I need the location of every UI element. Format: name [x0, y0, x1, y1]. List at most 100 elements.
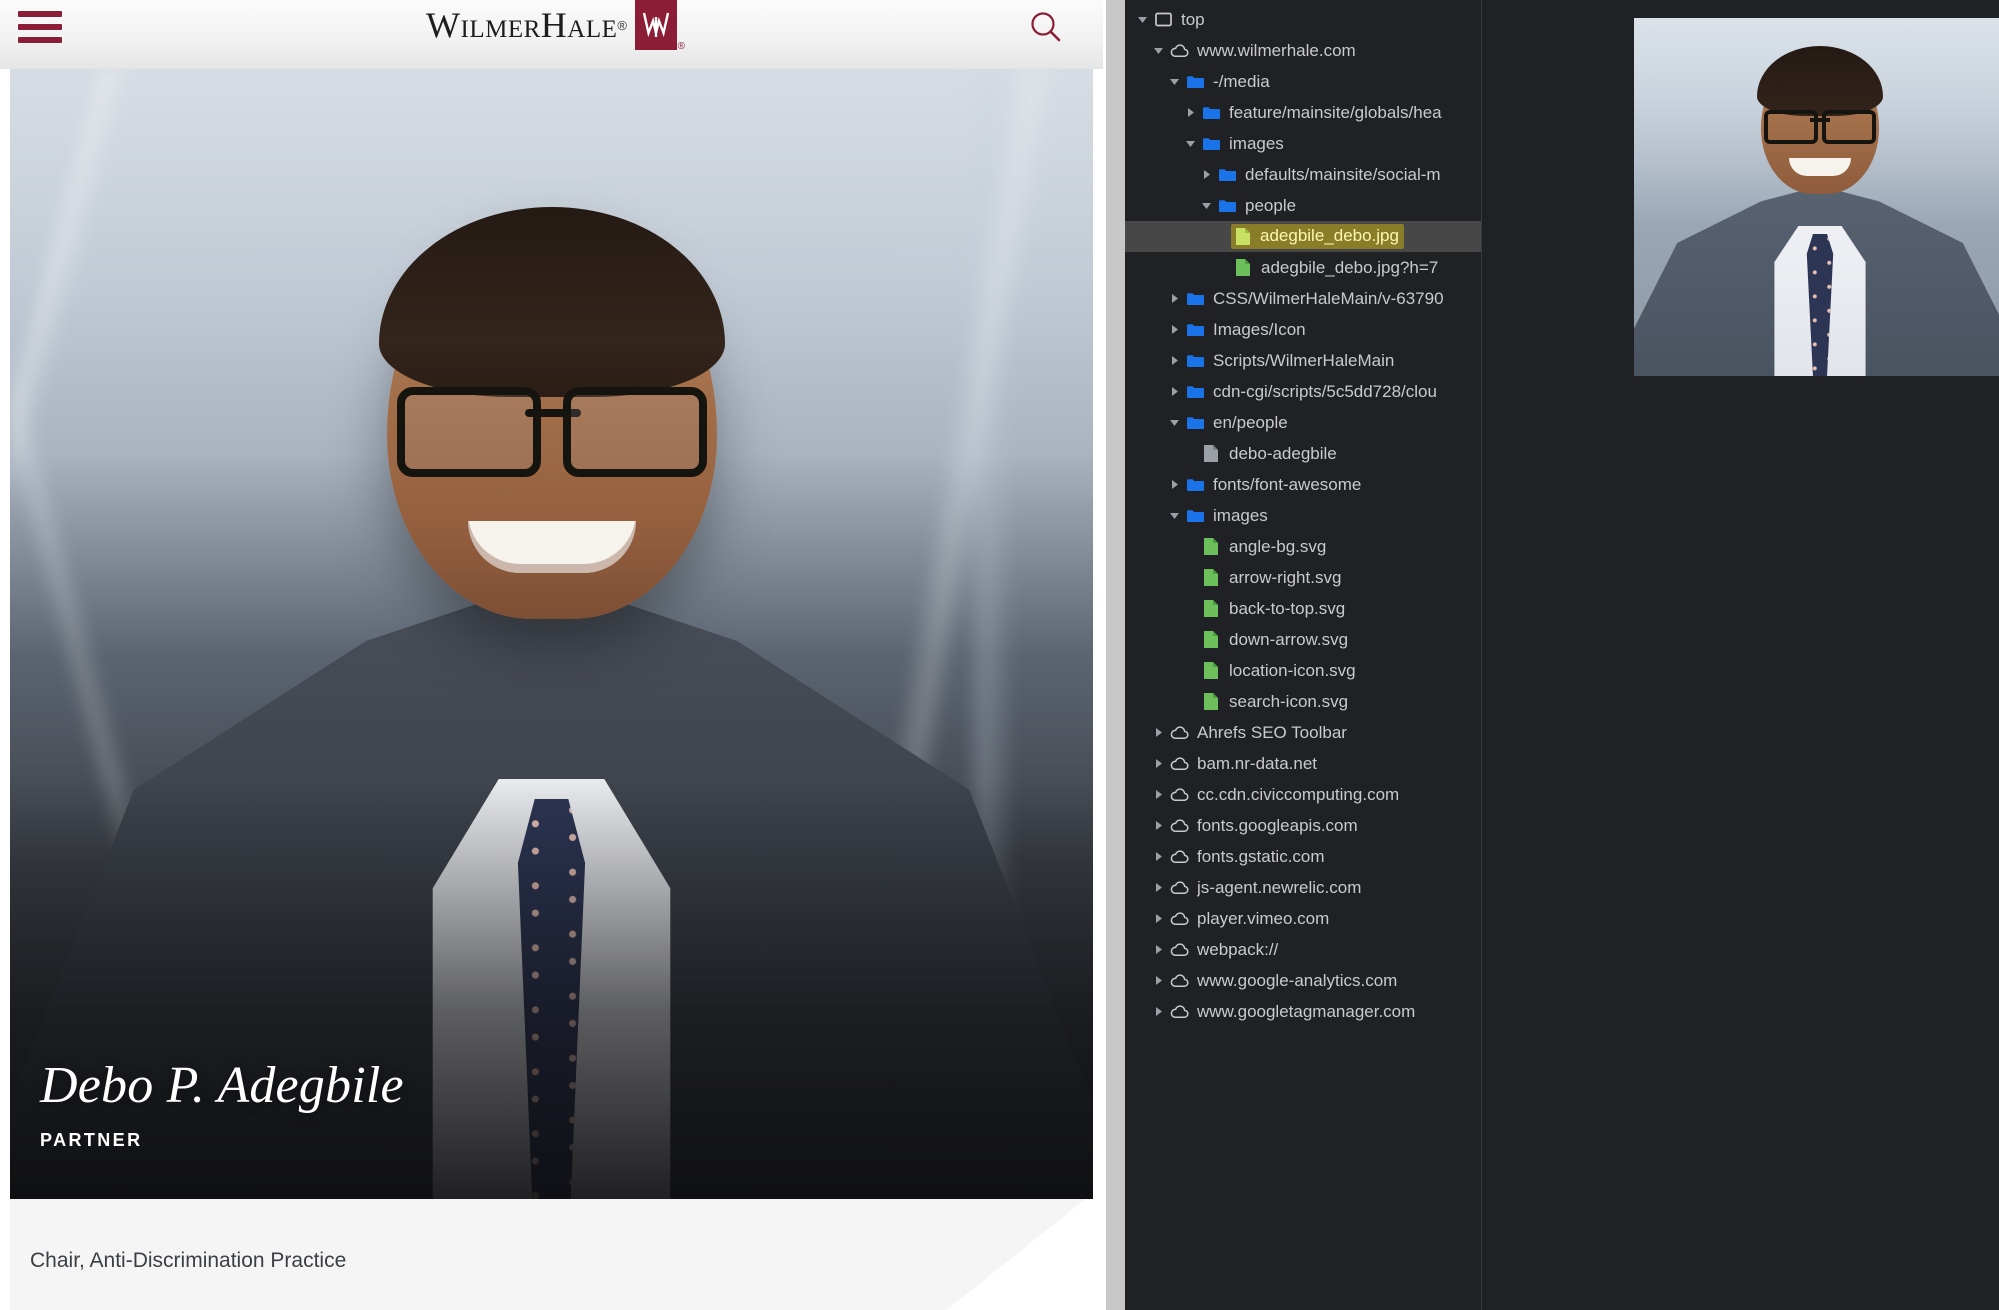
tree-row-body: en/people	[1183, 413, 1288, 433]
chevron-down-icon[interactable]	[1133, 14, 1151, 25]
chevron-right-icon[interactable]	[1165, 355, 1183, 366]
chevron-right-icon[interactable]	[1149, 758, 1167, 769]
chevron-right-icon[interactable]	[1165, 324, 1183, 335]
tree-row-body: cdn-cgi/scripts/5c5dd728/clou	[1183, 382, 1437, 402]
tree-row-label: www.googletagmanager.com	[1197, 1001, 1416, 1021]
tree-row[interactable]: www.wilmerhale.com	[1125, 35, 1481, 66]
tree-row[interactable]: defaults/mainsite/social-m	[1125, 159, 1481, 190]
tree-row-body: defaults/mainsite/social-m	[1215, 165, 1441, 185]
chevron-down-icon[interactable]	[1149, 45, 1167, 56]
tree-row[interactable]: feature/mainsite/globals/hea	[1125, 97, 1481, 128]
cloud-icon	[1167, 787, 1191, 802]
tree-row[interactable]: fonts.gstatic.com	[1125, 841, 1481, 872]
tree-row[interactable]: webpack://	[1125, 934, 1481, 965]
site-logo[interactable]: WilmerHale ® ®	[0, 0, 1103, 52]
tree-row[interactable]: adegbile_debo.jpg?h=7	[1125, 252, 1481, 283]
chevron-right-icon[interactable]	[1165, 386, 1183, 397]
tree-row-label: Scripts/WilmerHaleMain	[1213, 350, 1395, 370]
tree-row[interactable]: cdn-cgi/scripts/5c5dd728/clou	[1125, 376, 1481, 407]
page-viewport: WilmerHale ® ® Debo P. Adegbile PARTNER …	[0, 0, 1103, 1310]
chevron-down-icon[interactable]	[1165, 76, 1183, 87]
tree-row[interactable]: images	[1125, 500, 1481, 531]
chevron-right-icon[interactable]	[1149, 1006, 1167, 1017]
tree-row-body: player.vimeo.com	[1167, 909, 1329, 929]
chevron-right-icon[interactable]	[1149, 944, 1167, 955]
chevron-right-icon[interactable]	[1149, 975, 1167, 986]
tree-row-label: people	[1245, 195, 1297, 215]
tree-row-body: fonts.googleapis.com	[1167, 816, 1358, 836]
search-icon[interactable]	[1025, 6, 1067, 48]
devtools-panel: top www.wilmerhale.com -/media feature/main…	[1125, 0, 1999, 1310]
tree-row-body: Images/Icon	[1183, 320, 1306, 340]
tree-row[interactable]: down-arrow.svg	[1125, 624, 1481, 655]
tree-row[interactable]: search-icon.svg	[1125, 686, 1481, 717]
tree-row-label: cc.cdn.civiccomputing.com	[1197, 784, 1400, 804]
tree-row[interactable]: player.vimeo.com	[1125, 903, 1481, 934]
tree-row-label: www.wilmerhale.com	[1197, 40, 1356, 60]
chevron-right-icon[interactable]	[1149, 851, 1167, 862]
chevron-right-icon[interactable]	[1197, 169, 1215, 180]
tree-row-label: feature/mainsite/globals/hea	[1229, 102, 1442, 122]
tree-row[interactable]: people	[1125, 190, 1481, 221]
chevron-right-icon[interactable]	[1165, 479, 1183, 490]
tree-row-label: CSS/WilmerHaleMain/v-63790	[1213, 288, 1444, 308]
tree-row[interactable]: cc.cdn.civiccomputing.com	[1125, 779, 1481, 810]
tree-row[interactable]: CSS/WilmerHaleMain/v-63790	[1125, 283, 1481, 314]
folder-icon	[1183, 384, 1207, 399]
document-file-icon	[1199, 444, 1223, 463]
tree-row-body: Scripts/WilmerHaleMain	[1183, 351, 1394, 371]
image-file-icon	[1231, 227, 1255, 246]
tree-row[interactable]: debo-adegbile	[1125, 438, 1481, 469]
cloud-icon	[1167, 942, 1191, 957]
chevron-right-icon[interactable]	[1149, 727, 1167, 738]
tree-row[interactable]: www.google-analytics.com	[1125, 965, 1481, 996]
tree-row[interactable]: Ahrefs SEO Toolbar	[1125, 717, 1481, 748]
sources-file-tree[interactable]: top www.wilmerhale.com -/media feature/main…	[1125, 0, 1482, 1310]
wh-monogram-icon: ®	[634, 0, 685, 52]
tree-row[interactable]: location-icon.svg	[1125, 655, 1481, 686]
image-file-icon	[1199, 568, 1223, 587]
tree-row[interactable]: bam.nr-data.net	[1125, 748, 1481, 779]
tree-row-label: search-icon.svg	[1229, 691, 1349, 711]
chevron-down-icon[interactable]	[1165, 510, 1183, 521]
tree-row[interactable]: arrow-right.svg	[1125, 562, 1481, 593]
browser-window: WilmerHale ® ® Debo P. Adegbile PARTNER …	[0, 0, 1999, 1310]
chevron-right-icon[interactable]	[1149, 820, 1167, 831]
tree-row-label: arrow-right.svg	[1229, 567, 1342, 587]
chevron-right-icon[interactable]	[1149, 789, 1167, 800]
tree-row[interactable]: images	[1125, 128, 1481, 159]
chevron-down-icon[interactable]	[1165, 417, 1183, 428]
page-gutter-left	[0, 69, 10, 1310]
chevron-right-icon[interactable]	[1149, 882, 1167, 893]
tree-row-label: Images/Icon	[1213, 319, 1306, 339]
chevron-right-icon[interactable]	[1181, 107, 1199, 118]
folder-icon	[1199, 136, 1223, 151]
tree-row-body: debo-adegbile	[1199, 444, 1337, 464]
tree-row[interactable]: adegbile_debo.jpg	[1125, 221, 1481, 252]
tree-row-body: cc.cdn.civiccomputing.com	[1167, 785, 1399, 805]
tree-row-label: angle-bg.svg	[1229, 536, 1327, 556]
tree-row[interactable]: fonts/font-awesome	[1125, 469, 1481, 500]
tree-row[interactable]: angle-bg.svg	[1125, 531, 1481, 562]
tree-row[interactable]: back-to-top.svg	[1125, 593, 1481, 624]
person-practice-title: Chair, Anti-Discrimination Practice	[30, 1249, 347, 1272]
tree-row[interactable]: top	[1125, 4, 1481, 35]
tree-row[interactable]: www.googletagmanager.com	[1125, 996, 1481, 1027]
chevron-down-icon[interactable]	[1181, 138, 1199, 149]
folder-icon	[1183, 322, 1207, 337]
person-name: Debo P. Adegbile	[40, 1057, 404, 1115]
tree-row[interactable]: js-agent.newrelic.com	[1125, 872, 1481, 903]
tree-row[interactable]: Images/Icon	[1125, 314, 1481, 345]
chevron-down-icon[interactable]	[1197, 200, 1215, 211]
chevron-right-icon[interactable]	[1165, 293, 1183, 304]
tree-row-body: CSS/WilmerHaleMain/v-63790	[1183, 289, 1444, 309]
folder-icon	[1183, 508, 1207, 523]
chevron-right-icon[interactable]	[1149, 913, 1167, 924]
image-preview[interactable]	[1634, 18, 1999, 376]
tree-row-label: en/people	[1213, 412, 1288, 432]
tree-row[interactable]: -/media	[1125, 66, 1481, 97]
tree-row[interactable]: en/people	[1125, 407, 1481, 438]
tree-row[interactable]: fonts.googleapis.com	[1125, 810, 1481, 841]
tree-row[interactable]: Scripts/WilmerHaleMain	[1125, 345, 1481, 376]
site-header: WilmerHale ® ®	[0, 0, 1103, 69]
